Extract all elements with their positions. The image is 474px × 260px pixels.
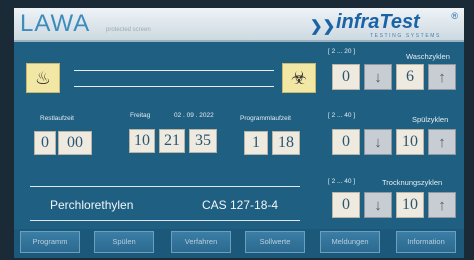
wash-cycles-min: 0 <box>332 64 360 90</box>
header-bar: LAWA protected screen ❯❯ infraTest ® TES… <box>14 8 464 42</box>
weekday: Freitag <box>130 112 151 119</box>
app-subtitle: protected screen <box>106 27 151 33</box>
nav-spuelen-button[interactable]: Spülen <box>94 231 154 253</box>
arrow-up-icon: ↑ <box>438 68 446 86</box>
arrow-down-icon: ↓ <box>374 133 382 151</box>
rinse-cycles-range: [ 2 ... 40 ] <box>328 112 356 119</box>
arrow-down-icon: ↓ <box>374 196 382 214</box>
wash-cycles-label: Waschzyklen <box>406 52 450 61</box>
nav-verfahren-button[interactable]: Verfahren <box>171 231 231 253</box>
divider-line <box>74 86 274 87</box>
remaining-minutes: 00 <box>58 131 92 155</box>
clock-seconds: 35 <box>189 129 217 153</box>
app-title: LAWA <box>20 10 91 37</box>
rinse-cycles-increase-button[interactable]: ↑ <box>428 129 456 155</box>
dry-cycles-increase-button[interactable]: ↑ <box>428 192 456 218</box>
nav-sollwerte-button[interactable]: Sollwerte <box>245 231 305 253</box>
nav-programm-button[interactable]: Programm <box>20 231 80 253</box>
wash-cycles-range: [ 2 ... 20 ] <box>328 48 356 55</box>
rinse-cycles-decrease-button[interactable]: ↓ <box>364 129 392 155</box>
clock-hours: 10 <box>129 129 155 153</box>
logo-subtitle: TESTING SYSTEMS <box>370 33 441 39</box>
program-runtime-label: Programmlaufzeit <box>240 115 291 122</box>
bottom-navigation: Programm Spülen Verfahren Sollwerte Meld… <box>14 229 464 258</box>
dry-cycles-range: [ 2 ... 40 ] <box>328 178 356 185</box>
dry-cycles-label: Trocknungszyklen <box>382 178 443 187</box>
nav-information-button[interactable]: Information <box>396 231 456 253</box>
arrow-down-icon: ↓ <box>374 68 382 86</box>
chemical-info-bar: Perchlorethylen CAS 127-18-4 <box>30 186 300 221</box>
infratest-logo: ❯❯ infraTest ® TESTING SYSTEMS <box>308 11 458 39</box>
date: 02 . 09 . 2022 <box>174 112 214 119</box>
wash-cycles-increase-button[interactable]: ↑ <box>428 64 456 90</box>
dry-cycles-min: 0 <box>332 192 360 218</box>
arrow-up-icon: ↑ <box>438 196 446 214</box>
dry-cycles-decrease-button[interactable]: ↓ <box>364 192 392 218</box>
remaining-time-label: Restlaufzeit <box>40 115 74 122</box>
rinse-cycles-value[interactable]: 10 <box>396 129 424 155</box>
hot-surface-warning-icon: ♨ <box>26 63 60 93</box>
remaining-hours: 0 <box>34 131 56 155</box>
nav-meldungen-button[interactable]: Meldungen <box>320 231 380 253</box>
hmi-screen: LAWA protected screen ❯❯ infraTest ® TES… <box>14 8 464 258</box>
program-runtime-minutes: 18 <box>272 131 300 155</box>
dry-cycles-value[interactable]: 10 <box>396 192 424 218</box>
clock-minutes: 21 <box>159 129 185 153</box>
program-runtime-hours: 1 <box>244 131 268 155</box>
logo-brand: infraTest <box>336 11 420 33</box>
rinse-cycles-label: Spülzyklen <box>412 115 449 124</box>
logo-arrows-icon: ❯❯ <box>310 18 336 35</box>
environment-hazard-icon: ☣ <box>282 63 316 93</box>
divider-line <box>74 70 274 71</box>
chemical-cas-number: CAS 127-18-4 <box>202 198 279 212</box>
logo-registered-mark: ® <box>451 11 458 21</box>
rinse-cycles-min: 0 <box>332 129 360 155</box>
wash-cycles-decrease-button[interactable]: ↓ <box>364 64 392 90</box>
wash-cycles-value[interactable]: 6 <box>396 64 424 90</box>
chemical-name: Perchlorethylen <box>50 198 134 212</box>
arrow-up-icon: ↑ <box>438 133 446 151</box>
